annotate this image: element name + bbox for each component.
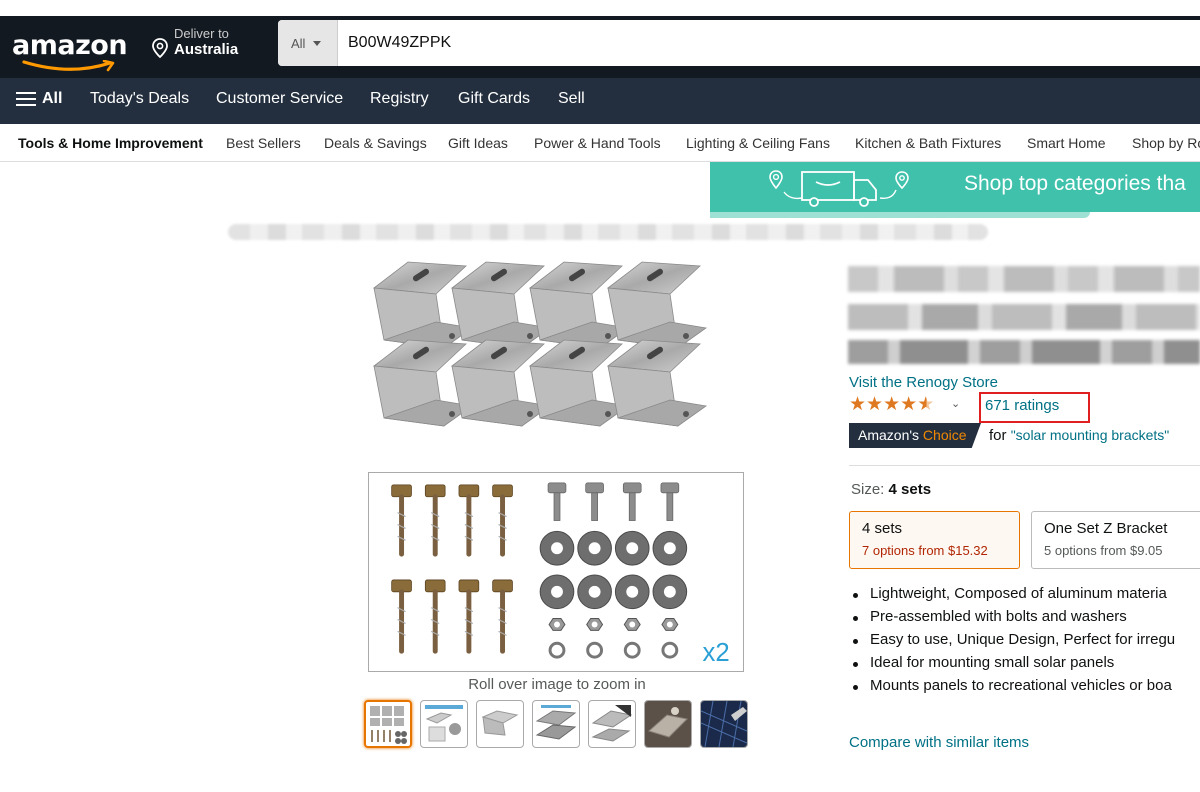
location-pin-icon	[152, 38, 168, 58]
nav-registry[interactable]: Registry	[370, 90, 429, 108]
subnav-kitchen-bath[interactable]: Kitchen & Bath Fixtures	[855, 135, 1001, 151]
product-image-brackets[interactable]	[368, 254, 746, 470]
search-input[interactable]	[338, 20, 1198, 66]
search-category-dropdown[interactable]: All	[278, 20, 338, 66]
size-option-name: 4 sets	[862, 520, 903, 537]
star-half-icon: ★	[917, 394, 935, 415]
size-option-price: 7 options from $15.32	[862, 543, 988, 558]
banner-underline	[710, 212, 1200, 222]
nav-sell[interactable]: Sell	[558, 90, 585, 108]
subnav-tools-home[interactable]: Tools & Home Improvement	[18, 135, 203, 151]
all-menu-button[interactable]: All	[16, 90, 62, 108]
product-title-redacted-1	[848, 266, 1200, 292]
star-icon: ★	[900, 394, 918, 415]
top-strip	[0, 0, 1200, 16]
subnav-shop-by-room[interactable]: Shop by Ro	[1132, 135, 1200, 151]
feature-bullet: Ideal for mounting small solar panels	[851, 654, 1200, 677]
size-option-4-sets[interactable]: 4 sets 7 options from $15.32	[849, 511, 1020, 569]
hamburger-icon	[16, 91, 36, 107]
nav-todays-deals[interactable]: Today's Deals	[90, 90, 189, 108]
feature-bullets: Lightweight, Composed of aluminum materi…	[851, 585, 1200, 700]
size-option-one-set[interactable]: One Set Z Bracket 5 options from $9.05	[1031, 511, 1200, 569]
smile-icon	[22, 60, 115, 72]
search-category-label: All	[291, 35, 306, 51]
feature-bullet: Mounts panels to recreational vehicles o…	[851, 677, 1200, 700]
thumbnail-strip	[364, 700, 748, 750]
chevron-down-icon[interactable]: ⌄	[951, 397, 960, 410]
size-selection-label: Size: 4 sets	[851, 481, 931, 498]
divider	[849, 465, 1200, 466]
logo-text: amazon	[12, 30, 128, 61]
multiplier-label: x2	[703, 639, 730, 667]
deliver-label: Deliver to	[174, 26, 229, 41]
choice-word: Choice	[922, 427, 967, 443]
zoom-hint: Roll over image to zoom in	[468, 676, 646, 693]
product-title-redacted-3	[848, 340, 1200, 364]
choice-query: for "solar mounting brackets"	[989, 427, 1169, 444]
visit-store-link[interactable]: Visit the Renogy Store	[849, 374, 998, 391]
subnav-deals-savings[interactable]: Deals & Savings	[324, 135, 427, 151]
nav-bar: All Today's Deals Customer Service Regis…	[0, 78, 1200, 124]
amazons-choice-badge: Amazon's Choice	[849, 423, 981, 448]
thumbnail-3[interactable]	[476, 700, 524, 748]
star-icon: ★	[849, 394, 867, 415]
size-value: 4 sets	[888, 481, 932, 498]
star-rating[interactable]: ★ ★ ★ ★ ★	[849, 395, 934, 415]
promo-banner[interactable]: Shop top categories tha	[710, 162, 1200, 212]
deliver-country: Australia	[174, 41, 239, 58]
feature-bullet: Pre-assembled with bolts and washers	[851, 608, 1200, 631]
subnav-smart-home[interactable]: Smart Home	[1027, 135, 1106, 151]
header: amazon Deliver to Australia All	[0, 16, 1200, 78]
amazon-logo[interactable]: amazon	[12, 26, 132, 72]
all-menu-label: All	[42, 90, 63, 107]
star-icon: ★	[866, 394, 884, 415]
nav-customer-service[interactable]: Customer Service	[216, 90, 343, 108]
size-label: Size:	[851, 481, 885, 498]
delivery-truck-icon	[769, 170, 909, 207]
choice-for-label: for	[989, 427, 1007, 444]
banner-text: Shop top categories tha	[964, 172, 1186, 195]
thumbnail-6[interactable]	[644, 700, 692, 748]
thumbnail-5[interactable]	[588, 700, 636, 748]
thumbnail-1[interactable]	[364, 700, 412, 748]
thumbnail-2[interactable]	[420, 700, 468, 748]
thumbnail-4[interactable]	[532, 700, 580, 748]
subnav-gift-ideas[interactable]: Gift Ideas	[448, 135, 508, 151]
thumbnail-7[interactable]	[700, 700, 748, 748]
product-image-hardware[interactable]: x2	[368, 472, 744, 672]
breadcrumb-redacted	[228, 224, 988, 240]
compare-similar-link[interactable]: Compare with similar items	[849, 734, 1029, 751]
feature-bullet: Easy to use, Unique Design, Perfect for …	[851, 631, 1200, 654]
choice-prefix: Amazon's	[858, 427, 920, 443]
caret-down-icon	[313, 40, 322, 46]
nav-gift-cards[interactable]: Gift Cards	[458, 90, 530, 108]
size-option-name: One Set Z Bracket	[1044, 520, 1168, 537]
star-icon: ★	[883, 394, 901, 415]
feature-bullet: Lightweight, Composed of aluminum materi…	[851, 585, 1200, 608]
choice-query-link[interactable]: "solar mounting brackets"	[1011, 427, 1170, 443]
category-subnav: Tools & Home Improvement Best Sellers De…	[0, 124, 1200, 162]
search-bar: All	[278, 20, 1200, 66]
size-option-price: 5 options from $9.05	[1044, 543, 1163, 558]
product-title-redacted-2	[848, 304, 1200, 330]
subnav-power-hand-tools[interactable]: Power & Hand Tools	[534, 135, 661, 151]
subnav-lighting-fans[interactable]: Lighting & Ceiling Fans	[686, 135, 830, 151]
ratings-count-link[interactable]: 671 ratings	[985, 397, 1059, 414]
subnav-best-sellers[interactable]: Best Sellers	[226, 135, 301, 151]
